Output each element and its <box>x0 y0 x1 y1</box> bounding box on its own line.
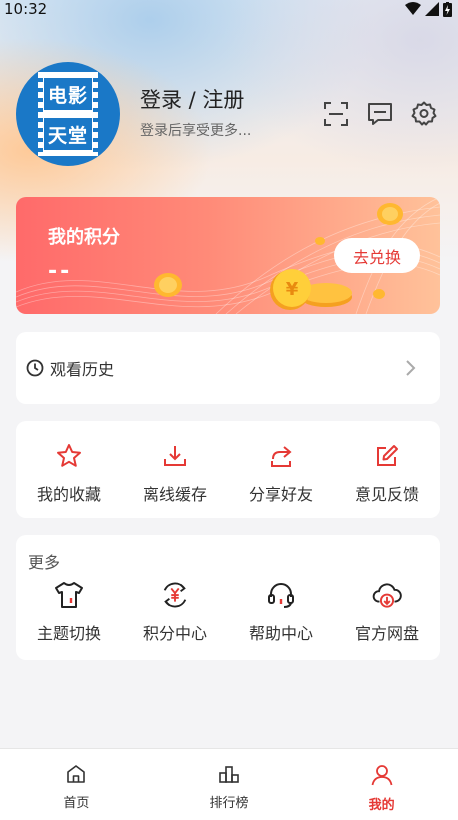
scan-icon[interactable] <box>322 100 350 128</box>
status-icons <box>405 1 452 17</box>
login-register-link[interactable]: 登录 / 注册 <box>140 84 244 114</box>
history-label: 观看历史 <box>50 360 115 379</box>
points-value: -- <box>48 259 73 284</box>
theme-icon <box>54 580 84 610</box>
action-share[interactable]: 分享好友 <box>228 441 334 505</box>
more-theme-switch[interactable]: 主题切换 <box>16 580 122 644</box>
feedback-icon <box>372 441 402 471</box>
person-icon <box>371 765 393 786</box>
nav-ranking[interactable]: 排行榜 <box>153 749 306 820</box>
redeem-button[interactable]: 去兑换 <box>334 238 420 273</box>
more-help-center[interactable]: 帮助中心 <box>228 580 334 644</box>
home-icon <box>67 765 86 783</box>
chevron-right-icon <box>406 360 416 376</box>
bottom-nav: 首页 排行榜 我的 <box>0 748 458 820</box>
action-label: 我的收藏 <box>36 485 101 504</box>
nav-label: 排行榜 <box>209 796 249 811</box>
more-official-cloud[interactable]: 官方网盘 <box>334 580 440 644</box>
action-favorites[interactable]: 我的收藏 <box>16 441 122 505</box>
points-title: 我的积分 <box>48 227 120 248</box>
action-label: 分享好友 <box>248 485 313 504</box>
more-label: 帮助中心 <box>248 624 313 643</box>
more-label: 官方网盘 <box>354 624 419 643</box>
clock-icon <box>26 359 44 377</box>
action-offline-cache[interactable]: 离线缓存 <box>122 441 228 505</box>
more-label: 积分中心 <box>142 624 207 643</box>
more-title: 更多 <box>28 553 61 572</box>
nav-mine[interactable]: 我的 <box>305 749 458 820</box>
status-bar: 10:32 <box>0 0 458 18</box>
points-card[interactable]: ¥ 我的积分 -- 去兑换 <box>16 197 440 314</box>
signal-icon <box>425 2 439 16</box>
wifi-icon <box>405 2 421 15</box>
message-icon[interactable] <box>366 100 394 128</box>
download-icon <box>160 441 190 471</box>
action-label: 意见反馈 <box>354 485 419 504</box>
nav-label: 我的 <box>368 798 395 813</box>
avatar[interactable]: 电影 天堂 <box>16 62 120 166</box>
settings-icon[interactable] <box>410 100 438 128</box>
ranking-icon <box>219 766 239 783</box>
quick-actions-card: 我的收藏 离线缓存 分享好友 意见反馈 <box>16 421 440 518</box>
headset-icon <box>266 580 296 610</box>
star-icon <box>54 441 84 471</box>
history-row[interactable]: 观看历史 <box>16 332 440 404</box>
more-card: 更多 主题切换 积分中心 帮助中心 官方网盘 <box>16 535 440 660</box>
film-perforation-left <box>38 72 43 156</box>
more-grid: 主题切换 积分中心 帮助中心 官方网盘 <box>16 580 440 644</box>
action-label: 离线缓存 <box>142 485 207 504</box>
nav-label: 首页 <box>63 796 90 811</box>
battery-icon <box>443 1 452 17</box>
nav-home[interactable]: 首页 <box>0 749 153 820</box>
avatar-text-top: 电影 <box>44 78 92 110</box>
status-time: 10:32 <box>4 0 48 18</box>
share-icon <box>266 441 296 471</box>
quick-actions-grid: 我的收藏 离线缓存 分享好友 意见反馈 <box>16 441 440 505</box>
more-label: 主题切换 <box>36 624 101 643</box>
login-subtitle: 登录后享受更多... <box>140 123 252 139</box>
points-center-icon <box>160 580 190 610</box>
cloud-download-icon <box>372 580 402 610</box>
film-perforation-right <box>93 72 98 156</box>
more-points-center[interactable]: 积分中心 <box>122 580 228 644</box>
avatar-text-bottom: 天堂 <box>44 118 92 150</box>
action-feedback[interactable]: 意见反馈 <box>334 441 440 505</box>
svg-text:¥: ¥ <box>286 279 299 300</box>
history-card[interactable]: 观看历史 <box>16 332 440 404</box>
